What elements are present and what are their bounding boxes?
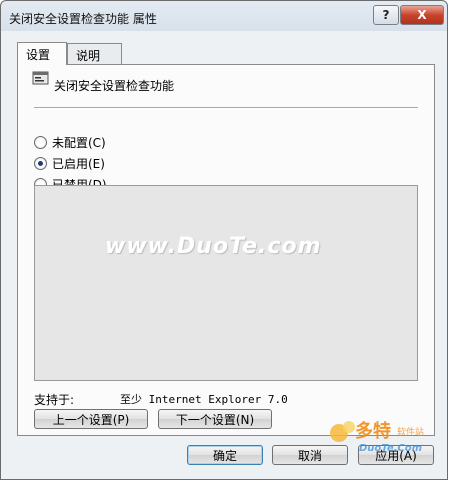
next-setting-button[interactable]: 下一个设置(N) [158, 409, 272, 429]
tab-settings[interactable]: 设置 [17, 42, 67, 65]
tab-explain[interactable]: 说明 [67, 43, 122, 64]
policy-setting-icon [32, 71, 49, 85]
radio-label: 未配置(C) [52, 135, 106, 150]
ok-button[interactable]: 确定 [187, 445, 263, 465]
window-title: 关闭安全设置检查功能 属性 [9, 12, 157, 26]
previous-setting-button[interactable]: 上一个设置(P) [34, 409, 148, 429]
separator [34, 107, 418, 109]
tab-strip: 设置 说明 [17, 42, 437, 65]
cancel-button[interactable]: 取消 [272, 445, 348, 465]
radio-enabled[interactable]: 已启用(E) [34, 154, 105, 172]
radio-not-configured[interactable]: 未配置(C) [34, 133, 106, 151]
apply-button[interactable]: 应用(A) [358, 445, 434, 465]
policy-name: 关闭安全设置检查功能 [54, 79, 175, 93]
radio-label: 已启用(E) [52, 156, 105, 171]
supported-on-label: 支持于: [34, 393, 75, 407]
comment-area[interactable]: www.DuoTe.com [34, 185, 418, 381]
help-button[interactable]: ? [373, 5, 399, 25]
close-button[interactable]: X [400, 5, 444, 25]
settings-panel: 关闭安全设置检查功能 未配置(C) 已启用(E) 已禁用(D) www.DuoT… [17, 64, 435, 436]
title-bar[interactable]: 关闭安全设置检查功能 属性 ? X [1, 1, 447, 31]
supported-on-value: 至少 Internet Explorer 7.0 [120, 393, 288, 406]
properties-dialog: 关闭安全设置检查功能 属性 ? X 设置 说明 关闭安全设置检查功能 未配置(C… [0, 0, 448, 480]
radio-button[interactable] [34, 135, 47, 149]
watermark-text: www.DuoTe.com [105, 234, 322, 259]
radio-button[interactable] [34, 156, 47, 170]
dialog-client-area: 设置 说明 关闭安全设置检查功能 未配置(C) 已启用(E) 已禁 [7, 33, 443, 477]
